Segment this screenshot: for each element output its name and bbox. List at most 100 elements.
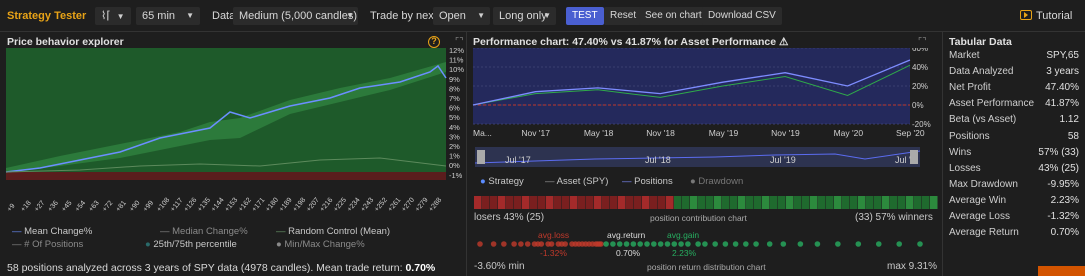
x-tick-label: +171 bbox=[251, 197, 267, 214]
line-swatch-icon: — bbox=[622, 176, 632, 187]
expand-icon[interactable]: ⌜⌝ bbox=[455, 36, 463, 47]
test-button[interactable]: TEST bbox=[566, 7, 604, 25]
return-dot bbox=[477, 241, 483, 247]
table-key: Wins bbox=[949, 146, 972, 158]
direction-select[interactable]: Long only ▼ bbox=[493, 7, 556, 25]
legend-percentile[interactable]: ● 25th/75th percentile bbox=[145, 239, 237, 250]
y-tick-label: 40% bbox=[912, 63, 928, 72]
table-value: 1.12 bbox=[1059, 114, 1079, 126]
winner-bar bbox=[858, 196, 866, 209]
legend-drawdown[interactable]: ● Drawdown bbox=[690, 176, 743, 187]
table-row: Average Return 0.70% bbox=[949, 227, 1079, 243]
dot-swatch-icon: ● bbox=[276, 239, 282, 250]
dot-swatch-icon: ● bbox=[690, 176, 696, 187]
winner-bar bbox=[930, 196, 938, 209]
return-dot bbox=[524, 241, 531, 247]
x-tick-label: +225 bbox=[333, 197, 349, 214]
range-navigator[interactable]: Jul '17 Jul '18 Jul '19 Jul ' bbox=[475, 145, 925, 169]
legend-strategy[interactable]: ● Strategy bbox=[480, 176, 524, 187]
winner-bar bbox=[882, 196, 890, 209]
x-tick-label: Nov '18 bbox=[646, 128, 675, 138]
tutorial-link[interactable]: Tutorial bbox=[1020, 7, 1072, 25]
summary-value: 0.70% bbox=[405, 262, 436, 274]
left-handle[interactable] bbox=[477, 150, 485, 164]
x-tick-label: May '20 bbox=[834, 128, 864, 138]
winner-bar bbox=[850, 196, 858, 209]
return-dot bbox=[743, 241, 749, 247]
winner-bar bbox=[890, 196, 898, 209]
legend-positions[interactable]: — # Of Positions bbox=[12, 239, 83, 250]
help-icon[interactable]: ? bbox=[428, 36, 440, 48]
return-dot bbox=[671, 241, 678, 247]
loser-bar bbox=[578, 196, 586, 209]
trade-by-label: Trade by next bbox=[370, 10, 437, 22]
table-row: Beta (vs Asset) 1.12 bbox=[949, 114, 1079, 130]
chevron-down-icon: ▼ bbox=[116, 12, 125, 21]
legend-asset[interactable]: — Asset (SPY) bbox=[545, 176, 608, 187]
table-value: 3 years bbox=[1046, 66, 1079, 78]
x-tick-label: +270 bbox=[401, 197, 417, 214]
chart-type-select[interactable]: ⌇⌈ ▼ bbox=[95, 7, 131, 25]
winner-bar bbox=[826, 196, 834, 209]
data-select[interactable]: Medium (5,000 candles) ▼ bbox=[233, 7, 358, 25]
divider bbox=[466, 32, 467, 276]
data-value: Medium (5,000 candles) bbox=[239, 10, 358, 22]
table-row: Market SPY,65 bbox=[949, 50, 1079, 66]
expand-icon[interactable]: ⌜⌝ bbox=[918, 36, 926, 47]
loser-bar bbox=[538, 196, 546, 209]
x-tick-label: +27 bbox=[33, 200, 46, 214]
y-tick-label: 10% bbox=[449, 65, 464, 74]
legend-label: Asset (SPY) bbox=[556, 176, 609, 187]
y-axis-ticks: 12%11%10%9%8%7%6%5%4%3%2%1%0%-1% bbox=[449, 48, 464, 180]
nav-tick: Jul '19 bbox=[770, 155, 796, 165]
see-on-chart-button[interactable]: See on chart bbox=[639, 7, 708, 25]
winner-bar bbox=[906, 196, 914, 209]
x-tick-label: +9 bbox=[6, 203, 17, 214]
return-dot bbox=[644, 241, 650, 247]
loser-bar bbox=[482, 196, 490, 209]
return-dot bbox=[637, 241, 643, 247]
table-row: Data Analyzed 3 years bbox=[949, 66, 1079, 82]
return-dot bbox=[685, 241, 691, 247]
loser-bar bbox=[658, 196, 666, 209]
table-key: Market bbox=[949, 50, 980, 61]
legend-positions[interactable]: — Positions bbox=[622, 176, 673, 187]
return-dot bbox=[678, 241, 684, 247]
table-key: Asset Performance bbox=[949, 98, 1035, 110]
table-value: -1.32% bbox=[1047, 211, 1079, 222]
x-tick-label: Nov '17 bbox=[521, 128, 550, 138]
loser-bar bbox=[594, 196, 602, 209]
y-tick-label: 5% bbox=[449, 113, 460, 122]
trade-by-select[interactable]: Open ▼ bbox=[433, 7, 490, 25]
x-tick-label: +117 bbox=[169, 197, 184, 213]
x-tick-label: +180 bbox=[265, 197, 281, 214]
legend-minmax[interactable]: ● Min/Max Change% bbox=[276, 239, 365, 250]
legend-mean-change[interactable]: — Mean Change% bbox=[12, 226, 92, 237]
winner-bar bbox=[866, 196, 874, 209]
return-dot bbox=[664, 241, 671, 247]
return-dot bbox=[695, 241, 701, 247]
table-row: Wins 57% (33) bbox=[949, 147, 1079, 163]
table-value: 0.70% bbox=[1050, 227, 1079, 239]
loser-bar bbox=[522, 196, 530, 209]
x-tick-label: Ma... bbox=[473, 128, 492, 138]
x-tick-label: +81 bbox=[115, 200, 128, 214]
download-csv-button[interactable]: Download CSV bbox=[702, 7, 782, 25]
return-dot bbox=[766, 241, 773, 247]
divider bbox=[942, 32, 943, 276]
winner-bar bbox=[914, 196, 922, 209]
table-row: Asset Performance 41.87% bbox=[949, 98, 1079, 114]
x-tick-label: +54 bbox=[74, 200, 87, 214]
reset-button[interactable]: Reset bbox=[604, 7, 643, 25]
legend-random-control[interactable]: — Random Control (Mean) bbox=[276, 226, 390, 237]
right-handle[interactable] bbox=[910, 150, 918, 164]
negative-zone bbox=[6, 172, 446, 180]
legend-median-change[interactable]: — Median Change% bbox=[160, 226, 248, 237]
interval-select[interactable]: 65 min ▼ bbox=[136, 7, 200, 25]
x-tick-label: +144 bbox=[210, 197, 226, 214]
table-value: -9.95% bbox=[1047, 178, 1079, 190]
x-tick-label: +279 bbox=[414, 197, 430, 214]
chevron-down-icon: ▼ bbox=[346, 11, 354, 20]
x-tick-label: +261 bbox=[387, 197, 403, 214]
x-tick-label: +90 bbox=[129, 200, 142, 214]
